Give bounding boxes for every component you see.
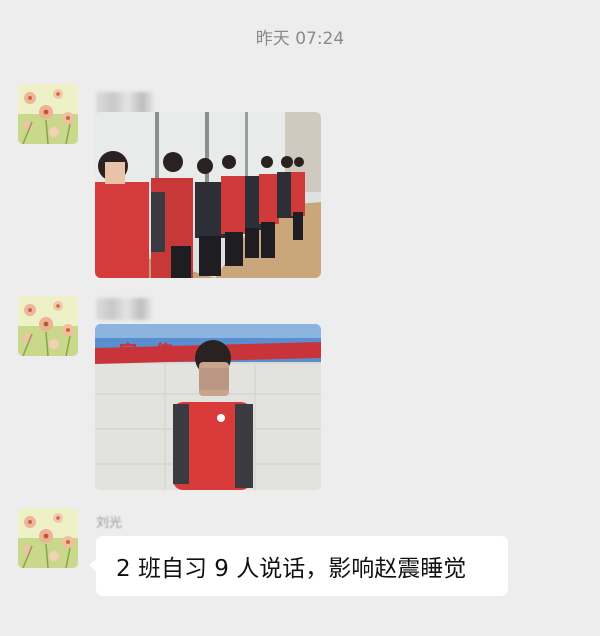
sender-name: 刘光 bbox=[96, 516, 123, 531]
message-text: 2 班自习 9 人说话，影响赵震睡觉 bbox=[116, 556, 467, 582]
message-bubble-text[interactable]: 2 班自习 9 人说话，影响赵震睡觉 bbox=[89, 536, 508, 596]
sender-name-blurred bbox=[96, 298, 152, 320]
chat-image-student-against-wall[interactable]: 宣传 bbox=[95, 324, 321, 490]
avatar-flower-image bbox=[18, 296, 78, 356]
avatar-flower-image bbox=[18, 84, 78, 144]
flower-avatar-icon[interactable] bbox=[18, 84, 78, 144]
avatar-flower-image bbox=[18, 508, 78, 568]
chat-image-students-lined-up[interactable] bbox=[95, 112, 321, 278]
banner-text: 宣传 bbox=[119, 342, 191, 363]
flower-avatar-icon[interactable] bbox=[18, 508, 78, 568]
chat-timestamp: 昨天 07:24 bbox=[255, 29, 345, 49]
students-lined-up-photo bbox=[95, 112, 321, 278]
sender-name-blurred bbox=[96, 92, 154, 114]
flower-avatar-icon[interactable] bbox=[18, 296, 78, 356]
